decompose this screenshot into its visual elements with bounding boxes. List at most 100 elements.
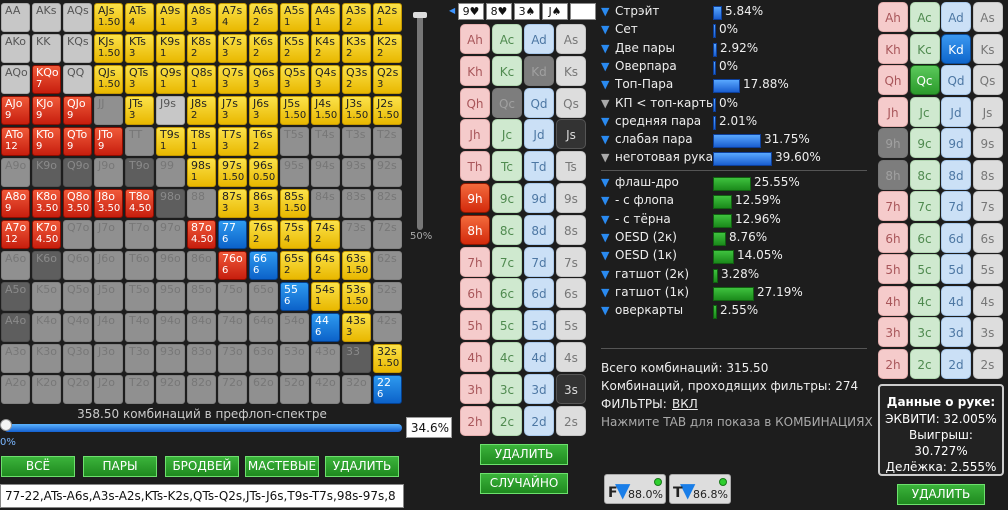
range-cell[interactable]: A2o <box>1 375 30 404</box>
card-button[interactable]: 8h <box>878 159 908 190</box>
stat-row[interactable]: ▼ КП < топ-карты 0% <box>601 96 871 113</box>
card-button[interactable]: 6h <box>878 222 908 253</box>
range-cell[interactable]: 84o <box>187 313 216 342</box>
range-cell[interactable]: 52s <box>373 282 402 311</box>
pairs-button[interactable]: ПАРЫ <box>83 456 157 477</box>
range-cell[interactable]: T6o <box>125 251 154 280</box>
range-cell[interactable]: 82o <box>187 375 216 404</box>
card-button[interactable]: Ks <box>972 33 1003 64</box>
range-cell[interactable]: Q6o <box>63 251 92 280</box>
card-button[interactable]: Ad <box>941 2 971 32</box>
filter-icon[interactable]: ▼ <box>601 249 609 262</box>
range-cell[interactable]: 52o <box>280 375 309 404</box>
range-cell[interactable]: 64o <box>249 313 278 342</box>
range-cell[interactable]: 87s 3 <box>218 189 247 218</box>
range-cell[interactable]: K4s 2 <box>311 34 340 63</box>
range-cell[interactable]: KK <box>32 34 61 63</box>
card-button[interactable]: 6d <box>941 222 971 253</box>
filter-icon[interactable]: ▼ <box>601 60 609 73</box>
range-cell[interactable]: 32o <box>342 375 371 404</box>
card-button[interactable]: 9c <box>492 183 522 213</box>
card-button[interactable]: As <box>972 2 1003 32</box>
filter-icon[interactable]: ▼ <box>601 42 609 55</box>
range-cell[interactable]: 96o <box>156 251 185 280</box>
stat-row[interactable]: ▼ Оверпара 0% <box>601 59 871 76</box>
range-cell[interactable]: 62s <box>373 251 402 280</box>
range-cell[interactable]: J5o <box>94 282 123 311</box>
range-cell[interactable]: 97o <box>156 220 185 249</box>
delete-range-button[interactable]: УДАЛИТЬ <box>325 456 399 477</box>
range-cell[interactable]: Q6s 3 <box>249 65 278 94</box>
card-button[interactable]: 6d <box>524 278 554 309</box>
card-button[interactable]: 9d <box>524 183 554 213</box>
range-cell[interactable]: JTo 9 <box>94 127 123 156</box>
range-cell[interactable]: J4s 1.50 <box>311 96 340 125</box>
card-button[interactable]: Kc <box>492 55 522 86</box>
range-cell[interactable]: 92s <box>373 158 402 187</box>
stat-row[interactable]: ▼ OESD (2к) 8.76% <box>601 230 871 247</box>
random-button[interactable]: СЛУЧАЙНО <box>480 473 568 494</box>
range-cell[interactable]: J2o <box>94 375 123 404</box>
card-button[interactable]: 3c <box>492 373 522 404</box>
range-cell[interactable]: K7o 4.50 <box>32 220 61 249</box>
card-button[interactable]: Qd <box>941 65 971 95</box>
range-cell[interactable]: 76o 6 <box>218 251 247 280</box>
range-cell[interactable]: 85s 1.50 <box>280 189 309 218</box>
range-cell[interactable]: 93s <box>342 158 371 187</box>
card-button[interactable]: 2c <box>492 405 522 436</box>
card-button[interactable]: 5c <box>492 310 522 341</box>
card-button[interactable]: 9s <box>972 128 1003 158</box>
card-button[interactable]: 9s <box>556 183 586 213</box>
card-button[interactable]: 3d <box>941 317 971 347</box>
range-cell[interactable]: 63o <box>249 344 278 373</box>
range-cell[interactable]: JTs 3 <box>125 96 154 125</box>
range-cell[interactable]: AJo 9 <box>1 96 30 125</box>
range-cell[interactable]: AJs 1.50 <box>94 3 123 32</box>
filter-icon[interactable]: ▼ <box>601 151 609 164</box>
filter-icon[interactable]: ▼ <box>601 268 609 281</box>
card-button[interactable]: Qd <box>524 87 554 118</box>
range-cell[interactable]: T9s 1 <box>156 127 185 156</box>
range-cell[interactable]: T5s <box>280 127 309 156</box>
range-cell[interactable]: A9s 1 <box>156 3 185 32</box>
filter-icon[interactable]: ▼ <box>601 286 609 299</box>
range-cell[interactable]: 95s <box>280 158 309 187</box>
range-cell[interactable]: K5o <box>32 282 61 311</box>
card-button[interactable]: Ks <box>556 55 586 86</box>
card-button[interactable]: 8c <box>909 159 940 190</box>
range-cell[interactable]: K4o <box>32 313 61 342</box>
card-button[interactable]: 6s <box>556 278 586 309</box>
range-cell[interactable]: 65s 2 <box>280 251 309 280</box>
card-button[interactable]: 5h <box>878 254 908 284</box>
card-button[interactable]: Js <box>972 96 1003 127</box>
range-cell[interactable]: A4o <box>1 313 30 342</box>
range-cell[interactable]: A7s 4 <box>218 3 247 32</box>
range-cell[interactable]: T3s <box>342 127 371 156</box>
range-cell[interactable]: A3s 2 <box>342 3 371 32</box>
range-cell[interactable]: Q9o <box>63 158 92 187</box>
card-button[interactable]: Ac <box>909 2 940 32</box>
range-cell[interactable]: J6o <box>94 251 123 280</box>
range-input[interactable]: 77-22,ATs-A6s,A3s-A2s,KTs-K2s,QTs-Q2s,JT… <box>0 484 404 508</box>
turn-filter-button[interactable]: ▼ T 86.8% <box>669 474 731 504</box>
card-button[interactable]: Jh <box>460 119 490 150</box>
card-button[interactable]: 2d <box>524 405 554 436</box>
stat-row[interactable]: ▼ гатшот (2к) 3.28% <box>601 267 871 284</box>
card-button[interactable]: 8s <box>556 214 586 245</box>
range-cell[interactable]: K9s 1 <box>156 34 185 63</box>
range-cell[interactable]: 86s 3 <box>249 189 278 218</box>
card-button[interactable]: Js <box>556 119 586 150</box>
card-button[interactable]: 3s <box>556 373 586 404</box>
range-cell[interactable]: Q7s 3 <box>218 65 247 94</box>
card-button[interactable]: 3h <box>460 373 490 404</box>
range-cell[interactable]: 42s <box>373 313 402 342</box>
card-button[interactable]: Kd <box>941 33 971 64</box>
range-cell[interactable]: 84s <box>311 189 340 218</box>
range-cell[interactable]: J8s 2 <box>187 96 216 125</box>
range-percent-slider-knob[interactable] <box>0 419 12 431</box>
card-button[interactable]: Qs <box>556 87 586 118</box>
card-button[interactable]: 4d <box>941 285 971 316</box>
stat-row[interactable]: ▼ гатшот (1к) 27.19% <box>601 285 871 302</box>
range-cell[interactable]: 54o <box>280 313 309 342</box>
range-cell[interactable]: 93o <box>156 344 185 373</box>
